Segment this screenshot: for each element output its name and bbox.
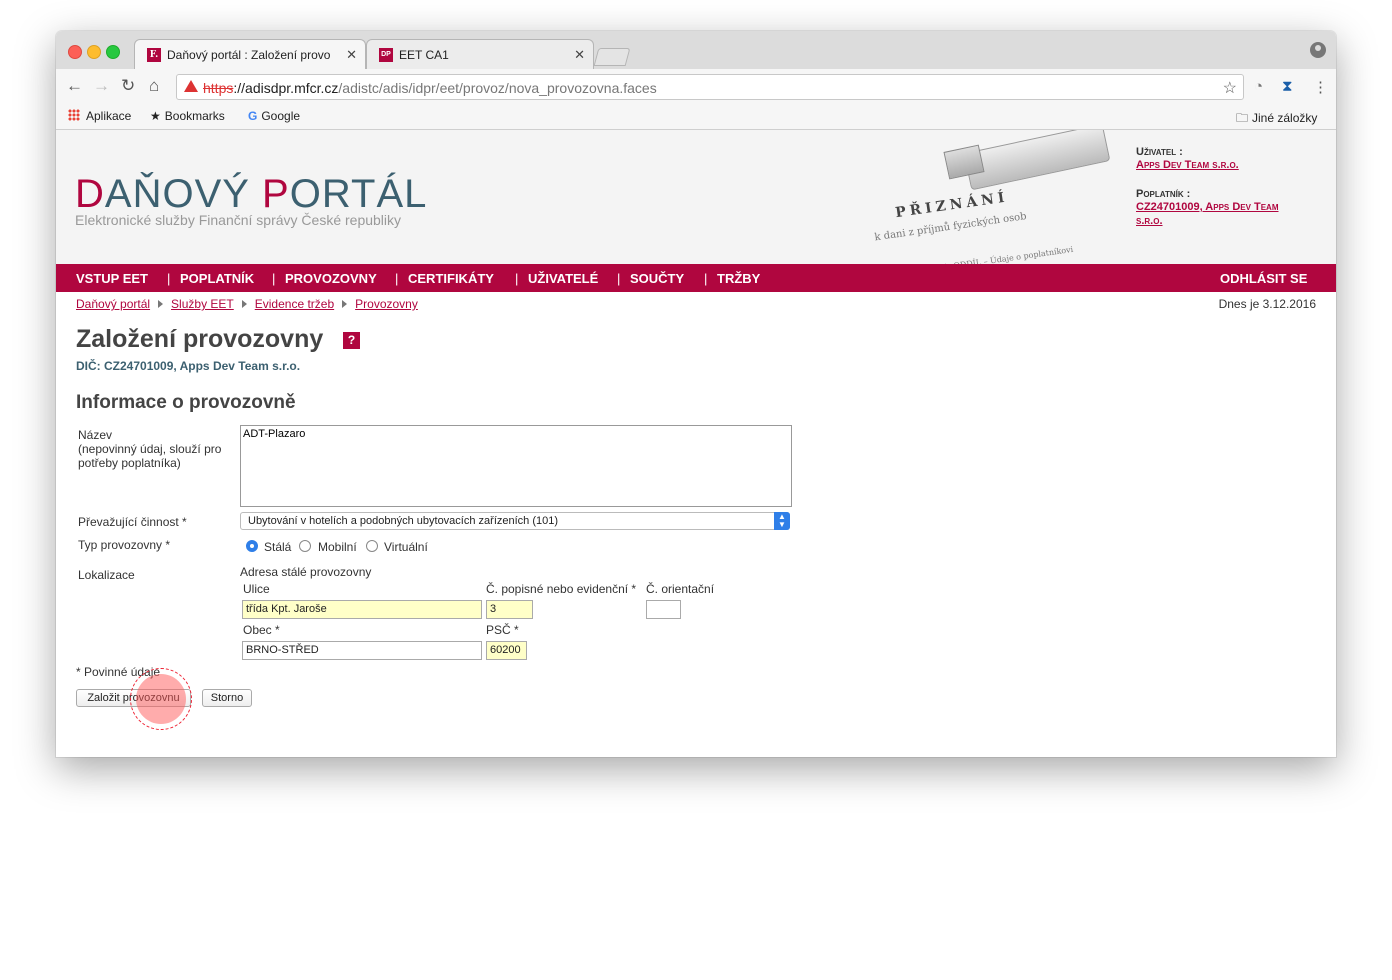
type-radio-virtualni[interactable] [366, 540, 378, 552]
type-label: Typ provozovny * [78, 538, 171, 552]
nav-provozovny[interactable]: PROVOZOVNY [285, 271, 377, 286]
bookmark-bookmarks[interactable]: ★ Bookmarks [150, 109, 225, 123]
menu-dots-icon[interactable]: ⋮ [1313, 78, 1328, 96]
help-icon[interactable]: ? [343, 332, 360, 349]
cancel-button[interactable]: Storno [202, 689, 252, 707]
chevron-right-icon [342, 300, 348, 308]
tab-favicon-icon: DP [379, 48, 393, 62]
current-date: Dnes je 3.12.2016 [1218, 297, 1316, 311]
chevron-right-icon [158, 300, 164, 308]
house-no-label: Č. popisné nebo evidenční * [486, 582, 637, 596]
street-label: Ulice [243, 582, 270, 596]
nav-uzivatele[interactable]: UŽIVATELÉ [528, 271, 598, 286]
tab-danovy-portal[interactable]: F. Daňový portál : Založení provo ✕ [134, 39, 366, 69]
type-option-mobilni[interactable]: Mobilní [318, 540, 357, 554]
close-window-button[interactable] [68, 45, 82, 59]
logout-link[interactable]: ODHLÁSIT SE [1220, 271, 1307, 286]
user-label: Uživatel : [1136, 146, 1183, 158]
breadcrumb-evidence-trzeb[interactable]: Evidence tržeb [255, 297, 334, 311]
bookmark-apps[interactable]: Aplikace [68, 109, 131, 123]
activity-label: Převažující činnost * [78, 515, 187, 529]
back-arrow-icon[interactable]: ← [66, 77, 83, 95]
bookmark-star-icon[interactable]: ☆ [1223, 78, 1237, 98]
name-textarea[interactable]: ADT-Plazaro [240, 425, 792, 507]
site-header: DAŇOVÝ PORTÁL Elektronické služby Finanč… [56, 130, 1336, 265]
maximize-window-button[interactable] [106, 45, 120, 59]
page-title: Založení provozovny [76, 325, 324, 353]
name-hint-cont: potřeby poplatníka) [78, 456, 181, 470]
name-hint: (nepovinný údaj, slouží pro [78, 442, 222, 456]
browser-window: F. Daňový portál : Založení provo ✕ DP E… [56, 31, 1336, 757]
home-icon[interactable]: ⌂ [149, 77, 159, 95]
forward-arrow-icon[interactable]: → [93, 77, 110, 95]
nav-soucty[interactable]: SOUČTY [630, 271, 684, 286]
site-subtitle: Elektronické služby Finanční správy Česk… [75, 212, 402, 228]
apps-grid-icon [68, 109, 80, 121]
house-no-input[interactable]: 3 [486, 600, 533, 619]
tab-label: EET CA1 [399, 48, 449, 62]
type-option-stala[interactable]: Stálá [264, 540, 291, 554]
address-title: Adresa stálé provozovny [240, 565, 372, 579]
main-nav: VSTUP EET | POPLATNÍK | PROVOZOVNY | CER… [56, 264, 1336, 292]
security-warning-icon [184, 80, 198, 92]
nav-vstup-eet[interactable]: VSTUP EET [76, 271, 148, 286]
nav-poplatnik[interactable]: POPLATNÍK [180, 271, 254, 286]
tab-bar: F. Daňový portál : Založení provo ✕ DP E… [56, 31, 1336, 69]
tab-label: Daňový portál : Založení provo [167, 48, 331, 62]
reload-icon[interactable]: ↻ [121, 77, 135, 95]
zip-input[interactable]: 60200 [486, 641, 527, 660]
breadcrumb-danovy-portal[interactable]: Daňový portál [76, 297, 150, 311]
tab-close-icon[interactable]: ✕ [574, 47, 585, 63]
header-illustration: PŘIZNÁNÍ k dani z příjmů fyzických osob … [826, 130, 1126, 264]
click-indicator [136, 674, 186, 724]
city-input[interactable]: BRNO-STŘED [242, 641, 482, 660]
site-logo[interactable]: DAŇOVÝ PORTÁL [75, 172, 427, 217]
tab-close-icon[interactable]: ✕ [346, 47, 357, 63]
orient-no-label: Č. orientační [646, 582, 715, 596]
tab-eet-ca1[interactable]: DP EET CA1 ✕ [366, 39, 594, 69]
select-arrows-icon: ▲ ▼ [774, 512, 790, 530]
activity-select[interactable]: Ubytování v hotelích a podobných ubytova… [240, 512, 790, 530]
profile-icon[interactable] [1310, 42, 1326, 58]
star-icon: ★ [150, 109, 161, 123]
street-input[interactable]: třída Kpt. Jaroše [242, 600, 482, 619]
browser-toolbar: ← → ↻ ⌂ https://adisdpr.mfcr.cz/adistc/a… [56, 69, 1336, 105]
nav-trzby[interactable]: TRŽBY [717, 271, 760, 286]
page-content: DAŇOVÝ PORTÁL Elektronické služby Finanč… [56, 130, 1336, 757]
chevron-right-icon [241, 300, 247, 308]
address-bar[interactable]: https://adisdpr.mfcr.cz/adistc/adis/idpr… [176, 74, 1244, 100]
taxpayer-link-cont[interactable]: s.r.o. [1136, 215, 1163, 227]
minimize-window-button[interactable] [87, 45, 101, 59]
type-option-virtualni[interactable]: Virtuální [384, 540, 428, 554]
city-label: Obec * [243, 623, 280, 637]
zip-label: PSČ * [486, 623, 519, 637]
orient-no-input[interactable] [646, 600, 681, 619]
url-text: https://adisdpr.mfcr.cz/adistc/adis/idpr… [203, 80, 657, 96]
user-link[interactable]: Apps Dev Team s.r.o. [1136, 159, 1239, 171]
nav-certifikaty[interactable]: CERTIFIKÁTY [408, 271, 494, 286]
location-label: Lokalizace [78, 568, 135, 582]
type-radio-mobilni[interactable] [299, 540, 311, 552]
google-icon: G [248, 109, 258, 123]
activity-selected-value: Ubytování v hotelích a podobných ubytova… [248, 515, 559, 527]
section-title: Informace o provozovně [76, 392, 296, 413]
new-tab-button[interactable] [593, 48, 631, 66]
extension-icon[interactable]: ◔ [1254, 78, 1263, 95]
bookmarks-bar: Aplikace ★ Bookmarks G Google 🗀 Jiné záložk… [56, 105, 1336, 130]
taxpayer-link[interactable]: CZ24701009, Apps Dev Team [1136, 201, 1279, 213]
bookmark-google[interactable]: G Google [248, 109, 300, 123]
name-label: Název [78, 428, 113, 442]
other-bookmarks[interactable]: 🗀 Jiné záložky [1236, 109, 1317, 130]
breadcrumb-sluzby-eet[interactable]: Služby EET [171, 297, 234, 311]
breadcrumb-provozovny[interactable]: Provozovny [355, 297, 418, 311]
taxpayer-label: Poplatník : [1136, 188, 1191, 200]
folder-icon: 🗀 [1236, 111, 1249, 125]
tab-favicon-icon: F. [147, 48, 161, 62]
taxpayer-dic: DIČ: CZ24701009, Apps Dev Team s.r.o. [76, 359, 301, 373]
extension-icon[interactable]: ⧗ [1282, 78, 1293, 95]
breadcrumb: Daňový portál Služby EET Evidence tržeb Pro… [76, 297, 418, 311]
type-radio-stala[interactable] [246, 540, 258, 552]
